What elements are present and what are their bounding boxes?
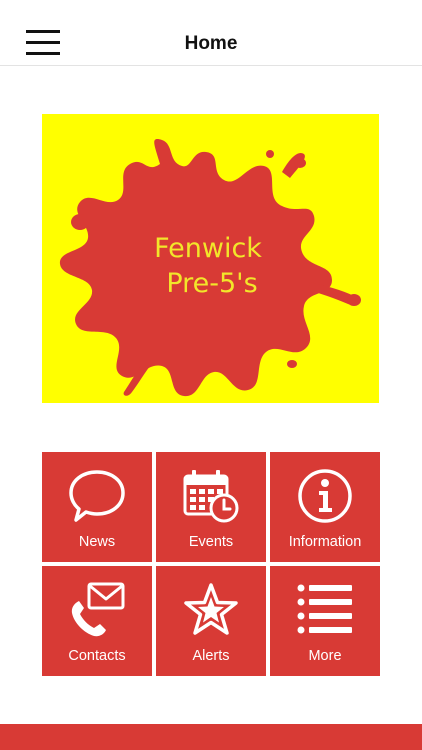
more-tile[interactable]: More xyxy=(270,566,380,676)
logo-text-line1: Fenwick xyxy=(154,233,262,264)
calendar-clock-icon xyxy=(156,466,266,526)
speech-bubble-icon xyxy=(42,466,152,526)
alerts-label: Alerts xyxy=(192,648,230,664)
page-title: Home xyxy=(184,33,238,54)
fenwick-logo: Fenwick Pre-5's xyxy=(42,114,379,403)
events-tile[interactable]: Events xyxy=(156,452,266,562)
phone-mail-icon xyxy=(42,580,152,640)
information-tile[interactable]: Information xyxy=(270,452,380,562)
star-icon xyxy=(156,580,266,640)
contacts-label: Contacts xyxy=(68,648,126,664)
header-bar: Home xyxy=(0,0,422,66)
more-label: More xyxy=(308,648,342,664)
tile-grid: News Events Information Contacts Alerts … xyxy=(42,452,380,676)
footer-bar xyxy=(0,724,422,750)
info-icon xyxy=(270,466,380,526)
events-label: Events xyxy=(188,534,234,550)
logo-text-line2: Pre-5's xyxy=(166,268,257,299)
news-label: News xyxy=(78,534,116,550)
information-label: Information xyxy=(288,534,362,550)
contacts-tile[interactable]: Contacts xyxy=(42,566,152,676)
list-icon xyxy=(270,580,380,640)
alerts-tile[interactable]: Alerts xyxy=(156,566,266,676)
news-tile[interactable]: News xyxy=(42,452,152,562)
